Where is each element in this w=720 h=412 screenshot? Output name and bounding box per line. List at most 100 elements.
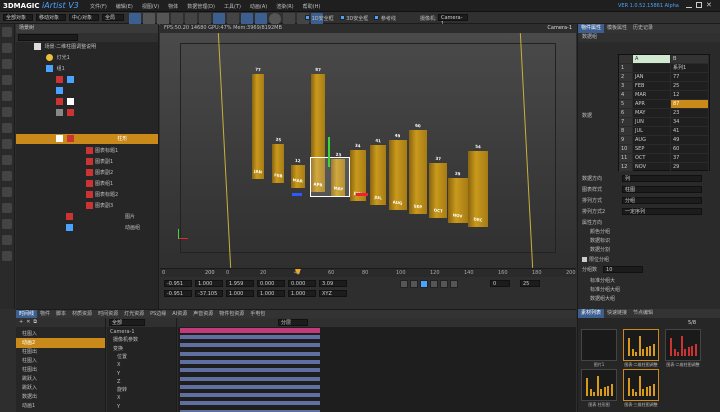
tab-quick-links[interactable]: 快速链接 [604,309,630,318]
gizmo-z-axis[interactable] [292,193,302,196]
size-x-field[interactable]: 1.000 [257,290,285,297]
keyframe-track-bar[interactable] [180,351,320,356]
menu-edit[interactable]: 编辑(E) [116,3,133,10]
table-cell[interactable]: 87 [671,100,709,109]
fps-field[interactable]: 25 [520,280,540,287]
coord-space-field[interactable]: 全局 [102,14,124,21]
menu-object[interactable]: 物体 [168,3,178,10]
tree-row-group[interactable]: 组1 [16,64,158,74]
lock-icon[interactable] [56,135,63,142]
tab-time-res[interactable]: 时间资源 [95,310,121,318]
bar-sep[interactable] [409,130,427,214]
table-cell[interactable]: 49 [671,136,709,145]
maximize-icon[interactable] [696,2,702,8]
table-cell[interactable]: 2 [619,73,633,82]
tree-row-bar[interactable] [16,86,158,96]
table-cell[interactable]: MAR [633,91,671,100]
menu-file[interactable]: 文件(F) [90,3,107,10]
viewport[interactable]: FPS:50.20 14680 GPU:47% Mem:3969/8192MB … [160,24,576,268]
keyframe-tree-row[interactable]: Z [107,378,176,386]
camera-icon[interactable] [2,155,12,165]
copy-icon[interactable]: ⧉ [33,319,37,326]
first-frame-icon[interactable] [400,280,408,288]
keyframe-tree-row[interactable]: 摄像机参数 [107,336,176,344]
table-cell[interactable]: NOV [633,163,671,172]
table-cell[interactable]: 3 [619,82,633,91]
rot-z-field[interactable]: 3.09 [319,280,347,287]
limit-group-row[interactable]: 限位分组 [582,256,609,263]
asset-thumb-2[interactable]: 图表·二维柱图调整 [623,329,659,367]
scale-x-field[interactable]: -0.951 [164,290,192,297]
table-cell[interactable]: AUG [633,136,671,145]
keyframe-track-bar[interactable] [180,343,320,348]
viewport-canvas[interactable]: 77JAN25FEB12MAR87APR23MAY34JUN41JUL49AUG… [160,33,576,268]
keyframe-track-bar[interactable] [180,393,320,398]
layer-mode-field[interactable]: 分层 [278,319,308,326]
tab-material-res[interactable]: 材质资源 [69,310,95,318]
keyframe-track-bar[interactable] [180,359,320,364]
move-mode-field[interactable]: 移动对象 [36,14,66,21]
keyframe-tree-row[interactable]: 旋转 [107,386,176,394]
filter-field[interactable]: 全部 [109,319,145,326]
add-icon[interactable]: + [19,319,23,326]
bar-jan[interactable] [252,73,264,179]
keyframe-tracks[interactable]: 分层 [178,318,576,412]
keyframe-track-bar[interactable] [180,376,320,381]
table-header-cell[interactable]: B [671,55,709,64]
pos-x-field[interactable]: -0.951 [164,280,192,287]
table-header-cell[interactable]: A [633,55,671,64]
keyframe-tree-row[interactable]: 位置 [107,353,176,361]
scale-z-field[interactable]: 1.000 [226,290,254,297]
anim-item-8[interactable]: 动画1 [16,401,105,411]
gizmo-x-axis[interactable] [356,193,368,196]
property-row[interactable]: 排列方式2 一定序列 [578,207,720,217]
table-cell[interactable]: 77 [671,73,709,82]
tree-row-root[interactable]: 场景·二维柱图调整说明 [16,42,158,52]
keyframe-track-bar[interactable] [180,384,320,389]
series-header-cell[interactable]: 系列1 [671,64,709,73]
eye-icon[interactable] [34,43,41,50]
prev-frame-icon[interactable] [410,280,418,288]
keyframe-tree-row[interactable]: X [107,394,176,402]
light-icon[interactable] [2,139,12,149]
tab-asset-list[interactable]: 素材列表 [578,309,605,318]
table-cell[interactable]: 11 [619,154,633,163]
table-header-cell[interactable] [619,55,633,64]
tab-node-editor[interactable]: 节点编辑 [630,309,656,318]
checkbox-icon[interactable] [582,257,587,262]
menu-data[interactable]: 数据管理(D) [187,3,215,10]
text-icon[interactable] [2,91,12,101]
next-frame-icon[interactable] [430,280,438,288]
data-table[interactable]: A B 1 2 JAN 77 3 FEB 25 4 MAR 12 5 APR 87 6 MAY 23 7 JUN 34 8… [618,54,710,172]
shape-icon[interactable] [2,107,12,117]
tab-torch-pack[interactable]: 手电包 [247,310,268,318]
group-count-field[interactable]: 10 [603,266,644,273]
keyframe-tree-row[interactable]: Camera-1 [107,328,176,336]
tab-template-props[interactable]: 模板属性 [604,24,630,33]
pos-y-field[interactable]: 1.000 [195,280,223,287]
table-cell[interactable]: 12 [671,91,709,100]
gizmo-y-axis[interactable] [328,137,330,167]
close-icon[interactable]: ✕ [706,2,712,9]
table-cell[interactable]: 37 [671,154,709,163]
option-guides[interactable]: 参考线 [374,15,396,22]
keyframe-track-bar[interactable] [180,335,320,339]
zoom-icon[interactable] [2,59,12,69]
asset-thumb-5[interactable]: 图表·三维柱图调整 [623,369,659,407]
tab-history[interactable]: 历史记录 [630,24,656,33]
table-cell[interactable]: 5 [619,100,633,109]
table-cell[interactable]: JAN [633,73,671,82]
keyframe-track-bar[interactable] [180,368,320,373]
tree-row-chart-group[interactable] [16,75,158,85]
keyframe-tree-row[interactable]: Y [107,370,176,378]
tab-object-pack[interactable]: 物件包资源 [216,310,247,318]
axis-order-field[interactable]: XYZ [319,290,347,297]
frame-field[interactable]: 0 [490,280,510,287]
tree-row-chart-sub3[interactable]: 图表副3 [16,201,158,211]
table-cell[interactable]: 34 [671,118,709,127]
menu-render[interactable]: 渲染(R) [276,3,293,10]
data-section-header[interactable]: 数据组 [578,33,720,42]
minimize-icon[interactable] [686,2,692,8]
asset-thumb-3[interactable]: 图表·二维柱图调整 [665,329,701,367]
tree-row-item-a[interactable] [16,97,158,107]
